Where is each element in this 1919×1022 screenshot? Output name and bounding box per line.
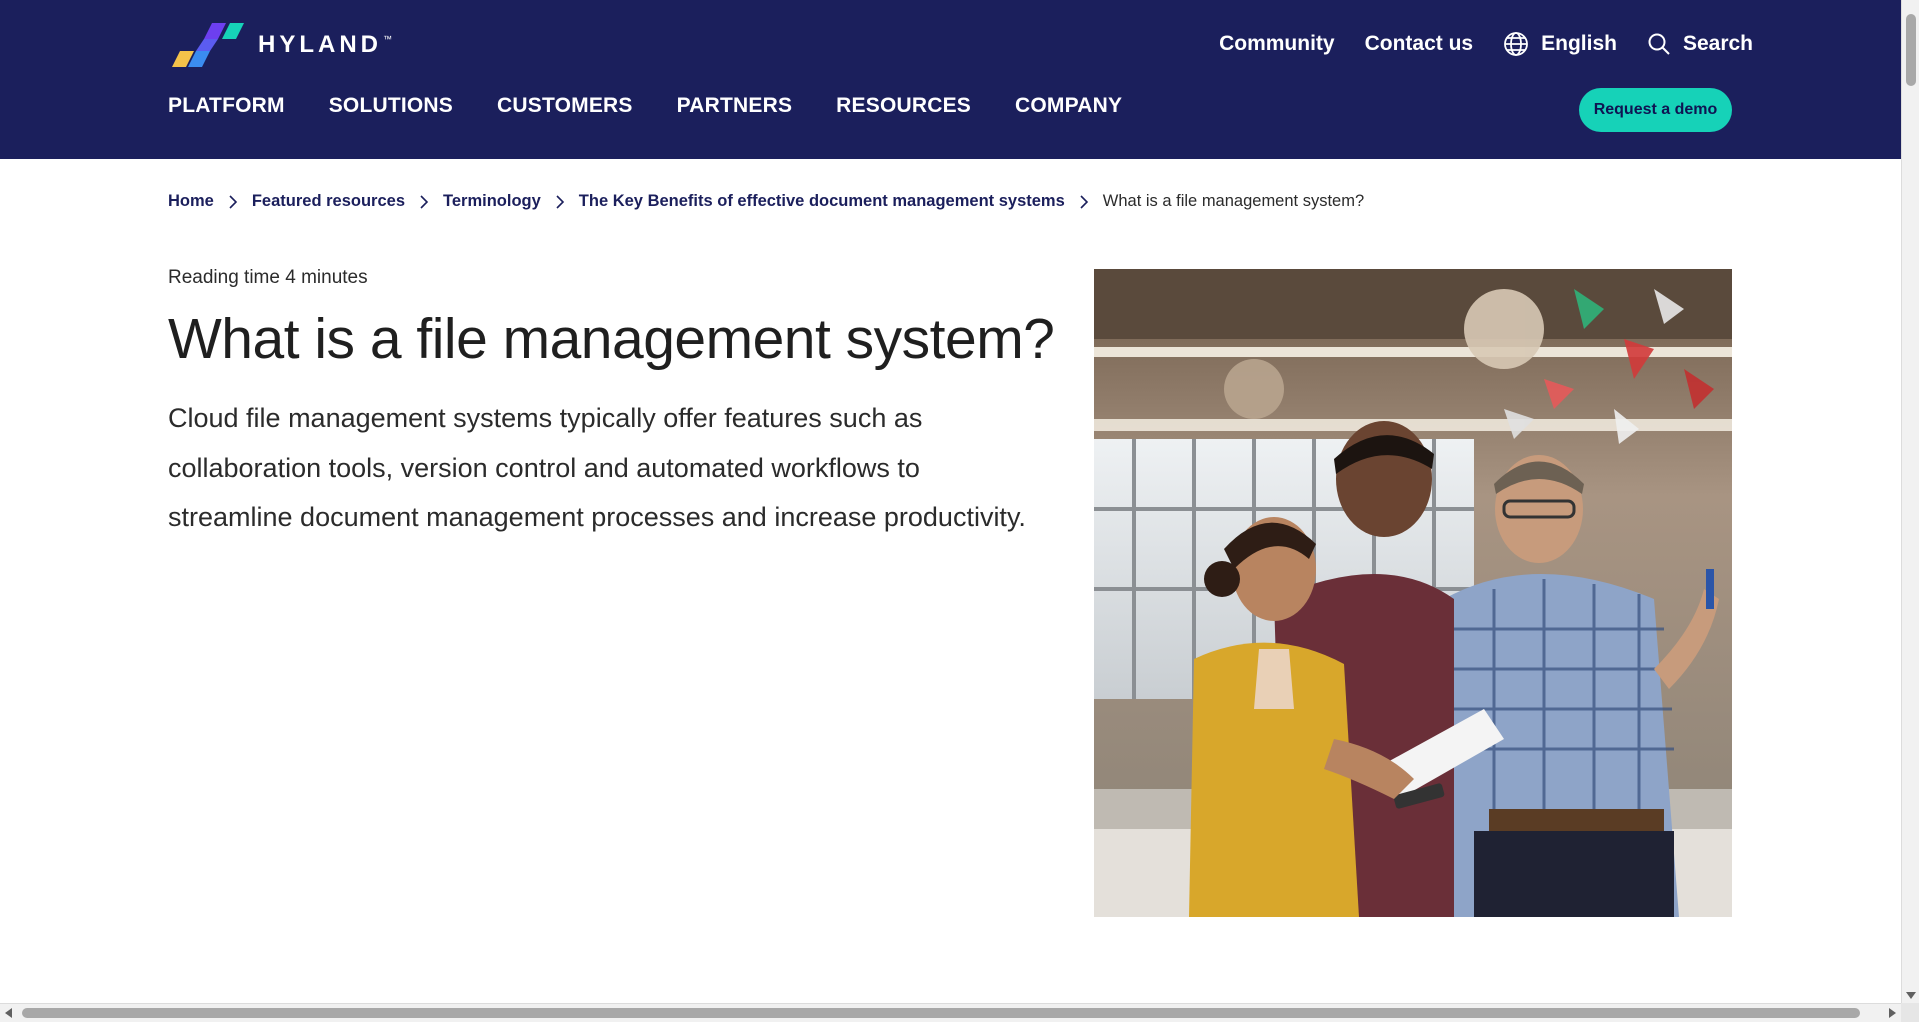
chevron-right-icon	[1079, 194, 1089, 210]
site-header: HYLAND ™ Community Contact us English Se…	[0, 0, 1901, 159]
chevron-right-icon	[555, 194, 565, 210]
request-demo-button[interactable]: Request a demo	[1579, 88, 1732, 132]
breadcrumb-featured-resources[interactable]: Featured resources	[252, 192, 405, 211]
scroll-right-arrow-icon[interactable]	[1889, 1008, 1896, 1018]
breadcrumb-terminology[interactable]: Terminology	[443, 192, 541, 211]
search-label: Search	[1682, 32, 1753, 55]
language-selector[interactable]: English	[1503, 31, 1617, 57]
nav-resources[interactable]: RESOURCES	[836, 94, 971, 118]
office-team-photo	[1094, 269, 1732, 917]
search-icon	[1648, 33, 1670, 55]
chevron-right-icon	[419, 194, 429, 210]
horizontal-scrollbar-thumb[interactable]	[22, 1008, 1860, 1018]
breadcrumb-home[interactable]: Home	[168, 192, 214, 211]
nav-solutions[interactable]: SOLUTIONS	[329, 94, 453, 118]
page-title: What is a file management system?	[168, 307, 1055, 371]
main-nav: PLATFORM SOLUTIONS CUSTOMERS PARTNERS RE…	[168, 94, 1166, 118]
chevron-right-icon	[228, 194, 238, 210]
scrollbar-corner	[1901, 1003, 1919, 1022]
breadcrumb-current: What is a file management system?	[1102, 192, 1365, 210]
vertical-scrollbar[interactable]	[1901, 0, 1919, 1003]
vertical-scrollbar-thumb[interactable]	[1906, 14, 1916, 86]
scroll-left-arrow-icon[interactable]	[5, 1008, 12, 1018]
page-viewport: HYLAND ™ Community Contact us English Se…	[0, 0, 1901, 1003]
contact-us-label: Contact us	[1364, 32, 1474, 55]
utility-nav: Community Contact us English Search	[1189, 28, 1753, 60]
article-lead: Cloud file management systems typically …	[168, 403, 1026, 532]
search-button[interactable]: Search	[1647, 32, 1753, 56]
reading-time: Reading time 4 minutes	[168, 267, 368, 288]
community-link[interactable]: Community	[1219, 32, 1335, 56]
nav-customers[interactable]: CUSTOMERS	[497, 94, 633, 118]
nav-company[interactable]: COMPANY	[1015, 94, 1122, 118]
hyland-logo-mark-icon	[172, 23, 244, 67]
hyland-logo[interactable]: HYLAND ™	[168, 20, 392, 70]
horizontal-scrollbar[interactable]	[0, 1003, 1901, 1022]
hero-image	[1094, 269, 1732, 917]
nav-platform[interactable]: PLATFORM	[168, 94, 285, 118]
globe-icon	[1504, 32, 1529, 56]
scroll-down-arrow-icon[interactable]	[1906, 992, 1916, 999]
nav-partners[interactable]: PARTNERS	[677, 94, 793, 118]
brand-name: HYLAND	[258, 31, 382, 58]
language-label: English	[1541, 32, 1617, 55]
breadcrumb: Home Featured resources Terminology The …	[168, 192, 1364, 211]
contact-us-link[interactable]: Contact us	[1365, 32, 1474, 56]
breadcrumb-key-benefits[interactable]: The Key Benefits of effective document m…	[579, 192, 1065, 211]
brand-trademark: ™	[383, 34, 392, 44]
community-label: Community	[1219, 32, 1335, 55]
